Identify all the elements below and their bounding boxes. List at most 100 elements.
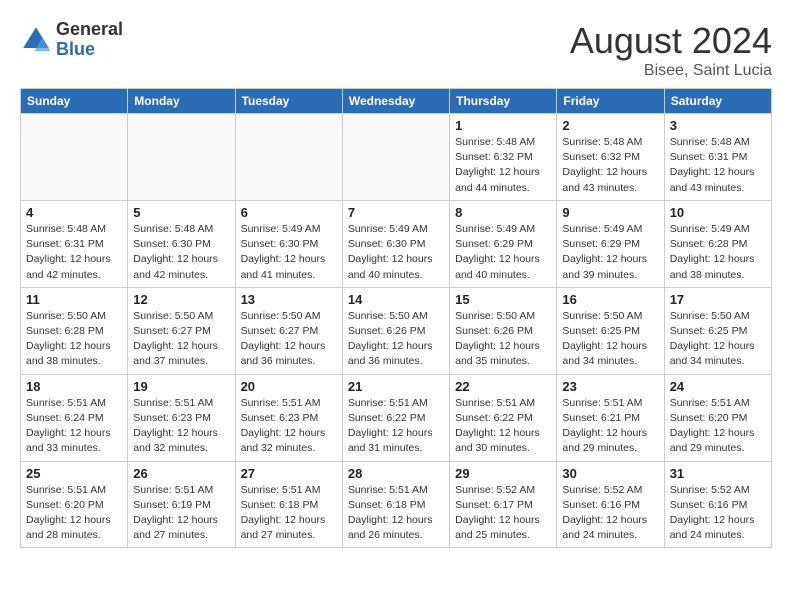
day-number: 27 bbox=[241, 466, 337, 481]
day-number: 28 bbox=[348, 466, 444, 481]
column-header-friday: Friday bbox=[557, 89, 664, 114]
calendar-cell: 4Sunrise: 5:48 AMSunset: 6:31 PMDaylight… bbox=[21, 200, 128, 287]
calendar-cell: 12 Sunrise: 5:50 AMSunset: 6:27 PMDayligh… bbox=[128, 287, 235, 374]
calendar-cell: 5 Sunrise: 5:48 AMSunset: 6:30 PMDaylight… bbox=[128, 200, 235, 287]
day-info: Sunrise: 5:48 AMSunset: 6:32 PMDaylight:… bbox=[455, 135, 551, 196]
week-row-4: 18 Sunrise: 5:51 AMSunset: 6:24 PMDayligh… bbox=[21, 374, 772, 461]
day-info: Sunrise: 5:51 AMSunset: 6:23 PMDaylight:… bbox=[241, 396, 337, 457]
day-number: 25 bbox=[26, 466, 122, 481]
day-number: 13 bbox=[241, 292, 337, 307]
day-info: Sunrise: 5:49 AMSunset: 6:29 PMDaylight:… bbox=[562, 222, 658, 283]
day-info: Sunrise: 5:51 AMSunset: 6:23 PMDaylight:… bbox=[133, 396, 229, 457]
calendar-cell bbox=[21, 114, 128, 201]
calendar-cell: 29 Sunrise: 5:52 AMSunset: 6:17 PMDayligh… bbox=[450, 461, 557, 548]
day-number: 8 bbox=[455, 205, 551, 220]
day-number: 2 bbox=[562, 118, 658, 133]
day-info: Sunrise: 5:52 AMSunset: 6:16 PMDaylight:… bbox=[562, 483, 658, 544]
column-header-sunday: Sunday bbox=[21, 89, 128, 114]
week-row-1: 1 Sunrise: 5:48 AMSunset: 6:32 PMDaylight… bbox=[21, 114, 772, 201]
day-number: 4 bbox=[26, 205, 122, 220]
calendar-cell bbox=[342, 114, 449, 201]
day-info: Sunrise: 5:51 AMSunset: 6:24 PMDaylight:… bbox=[26, 396, 122, 457]
calendar-cell: 23Sunrise: 5:51 AMSunset: 6:21 PMDayligh… bbox=[557, 374, 664, 461]
calendar-cell: 31 Sunrise: 5:52 AMSunset: 6:16 PMDayligh… bbox=[664, 461, 771, 548]
calendar-cell: 27Sunrise: 5:51 AMSunset: 6:18 PMDayligh… bbox=[235, 461, 342, 548]
day-info: Sunrise: 5:50 AMSunset: 6:27 PMDaylight:… bbox=[241, 309, 337, 370]
day-number: 7 bbox=[348, 205, 444, 220]
day-number: 3 bbox=[670, 118, 766, 133]
calendar-cell: 22 Sunrise: 5:51 AMSunset: 6:22 PMDayligh… bbox=[450, 374, 557, 461]
logo-text: General Blue bbox=[56, 20, 123, 60]
day-number: 17 bbox=[670, 292, 766, 307]
day-info: Sunrise: 5:51 AMSunset: 6:22 PMDaylight:… bbox=[455, 396, 551, 457]
day-info: Sunrise: 5:50 AMSunset: 6:26 PMDaylight:… bbox=[455, 309, 551, 370]
calendar-cell: 21 Sunrise: 5:51 AMSunset: 6:22 PMDayligh… bbox=[342, 374, 449, 461]
week-row-2: 4Sunrise: 5:48 AMSunset: 6:31 PMDaylight… bbox=[21, 200, 772, 287]
logo-icon bbox=[20, 24, 52, 56]
day-number: 19 bbox=[133, 379, 229, 394]
week-row-5: 25 Sunrise: 5:51 AMSunset: 6:20 PMDayligh… bbox=[21, 461, 772, 548]
calendar-cell: 14Sunrise: 5:50 AMSunset: 6:26 PMDayligh… bbox=[342, 287, 449, 374]
location-text: Bisee, Saint Lucia bbox=[570, 62, 772, 80]
calendar-cell: 2 Sunrise: 5:48 AMSunset: 6:32 PMDaylight… bbox=[557, 114, 664, 201]
week-row-3: 11 Sunrise: 5:50 AMSunset: 6:28 PMDayligh… bbox=[21, 287, 772, 374]
day-info: Sunrise: 5:52 AMSunset: 6:16 PMDaylight:… bbox=[670, 483, 766, 544]
day-number: 20 bbox=[241, 379, 337, 394]
calendar-table: SundayMondayTuesdayWednesdayThursdayFrid… bbox=[20, 88, 772, 548]
day-info: Sunrise: 5:49 AMSunset: 6:29 PMDaylight:… bbox=[455, 222, 551, 283]
day-number: 22 bbox=[455, 379, 551, 394]
calendar-cell: 30Sunrise: 5:52 AMSunset: 6:16 PMDayligh… bbox=[557, 461, 664, 548]
calendar-cell: 20 Sunrise: 5:51 AMSunset: 6:23 PMDayligh… bbox=[235, 374, 342, 461]
calendar-cell: 11 Sunrise: 5:50 AMSunset: 6:28 PMDayligh… bbox=[21, 287, 128, 374]
calendar-cell: 18 Sunrise: 5:51 AMSunset: 6:24 PMDayligh… bbox=[21, 374, 128, 461]
day-number: 5 bbox=[133, 205, 229, 220]
calendar-cell: 7 Sunrise: 5:49 AMSunset: 6:30 PMDaylight… bbox=[342, 200, 449, 287]
day-info: Sunrise: 5:48 AMSunset: 6:30 PMDaylight:… bbox=[133, 222, 229, 283]
calendar-cell: 13 Sunrise: 5:50 AMSunset: 6:27 PMDayligh… bbox=[235, 287, 342, 374]
day-info: Sunrise: 5:51 AMSunset: 6:22 PMDaylight:… bbox=[348, 396, 444, 457]
calendar-cell: 10 Sunrise: 5:49 AMSunset: 6:28 PMDayligh… bbox=[664, 200, 771, 287]
day-info: Sunrise: 5:51 AMSunset: 6:20 PMDaylight:… bbox=[26, 483, 122, 544]
day-number: 18 bbox=[26, 379, 122, 394]
day-number: 29 bbox=[455, 466, 551, 481]
calendar-cell: 17 Sunrise: 5:50 AMSunset: 6:25 PMDayligh… bbox=[664, 287, 771, 374]
day-info: Sunrise: 5:51 AMSunset: 6:18 PMDaylight:… bbox=[348, 483, 444, 544]
month-title: August 2024 bbox=[570, 20, 772, 62]
day-info: Sunrise: 5:50 AMSunset: 6:26 PMDaylight:… bbox=[348, 309, 444, 370]
day-number: 1 bbox=[455, 118, 551, 133]
logo: General Blue bbox=[20, 20, 123, 60]
day-number: 15 bbox=[455, 292, 551, 307]
day-info: Sunrise: 5:49 AMSunset: 6:28 PMDaylight:… bbox=[670, 222, 766, 283]
column-header-tuesday: Tuesday bbox=[235, 89, 342, 114]
column-header-wednesday: Wednesday bbox=[342, 89, 449, 114]
column-header-thursday: Thursday bbox=[450, 89, 557, 114]
day-number: 11 bbox=[26, 292, 122, 307]
calendar-cell: 1 Sunrise: 5:48 AMSunset: 6:32 PMDaylight… bbox=[450, 114, 557, 201]
day-info: Sunrise: 5:48 AMSunset: 6:32 PMDaylight:… bbox=[562, 135, 658, 196]
logo-general-text: General bbox=[56, 20, 123, 40]
day-number: 9 bbox=[562, 205, 658, 220]
logo-blue-text: Blue bbox=[56, 40, 123, 60]
day-number: 21 bbox=[348, 379, 444, 394]
day-info: Sunrise: 5:49 AMSunset: 6:30 PMDaylight:… bbox=[348, 222, 444, 283]
day-number: 10 bbox=[670, 205, 766, 220]
day-info: Sunrise: 5:50 AMSunset: 6:28 PMDaylight:… bbox=[26, 309, 122, 370]
calendar-header-row: SundayMondayTuesdayWednesdayThursdayFrid… bbox=[21, 89, 772, 114]
day-info: Sunrise: 5:50 AMSunset: 6:25 PMDaylight:… bbox=[670, 309, 766, 370]
day-number: 12 bbox=[133, 292, 229, 307]
column-header-monday: Monday bbox=[128, 89, 235, 114]
calendar-cell bbox=[235, 114, 342, 201]
calendar-cell: 16Sunrise: 5:50 AMSunset: 6:25 PMDayligh… bbox=[557, 287, 664, 374]
calendar-cell: 24Sunrise: 5:51 AMSunset: 6:20 PMDayligh… bbox=[664, 374, 771, 461]
calendar-cell: 26Sunrise: 5:51 AMSunset: 6:19 PMDayligh… bbox=[128, 461, 235, 548]
calendar-cell bbox=[128, 114, 235, 201]
day-number: 24 bbox=[670, 379, 766, 394]
day-number: 26 bbox=[133, 466, 229, 481]
day-info: Sunrise: 5:52 AMSunset: 6:17 PMDaylight:… bbox=[455, 483, 551, 544]
day-info: Sunrise: 5:50 AMSunset: 6:27 PMDaylight:… bbox=[133, 309, 229, 370]
day-number: 6 bbox=[241, 205, 337, 220]
day-number: 31 bbox=[670, 466, 766, 481]
day-info: Sunrise: 5:49 AMSunset: 6:30 PMDaylight:… bbox=[241, 222, 337, 283]
calendar-cell: 8 Sunrise: 5:49 AMSunset: 6:29 PMDaylight… bbox=[450, 200, 557, 287]
calendar-cell: 19 Sunrise: 5:51 AMSunset: 6:23 PMDayligh… bbox=[128, 374, 235, 461]
